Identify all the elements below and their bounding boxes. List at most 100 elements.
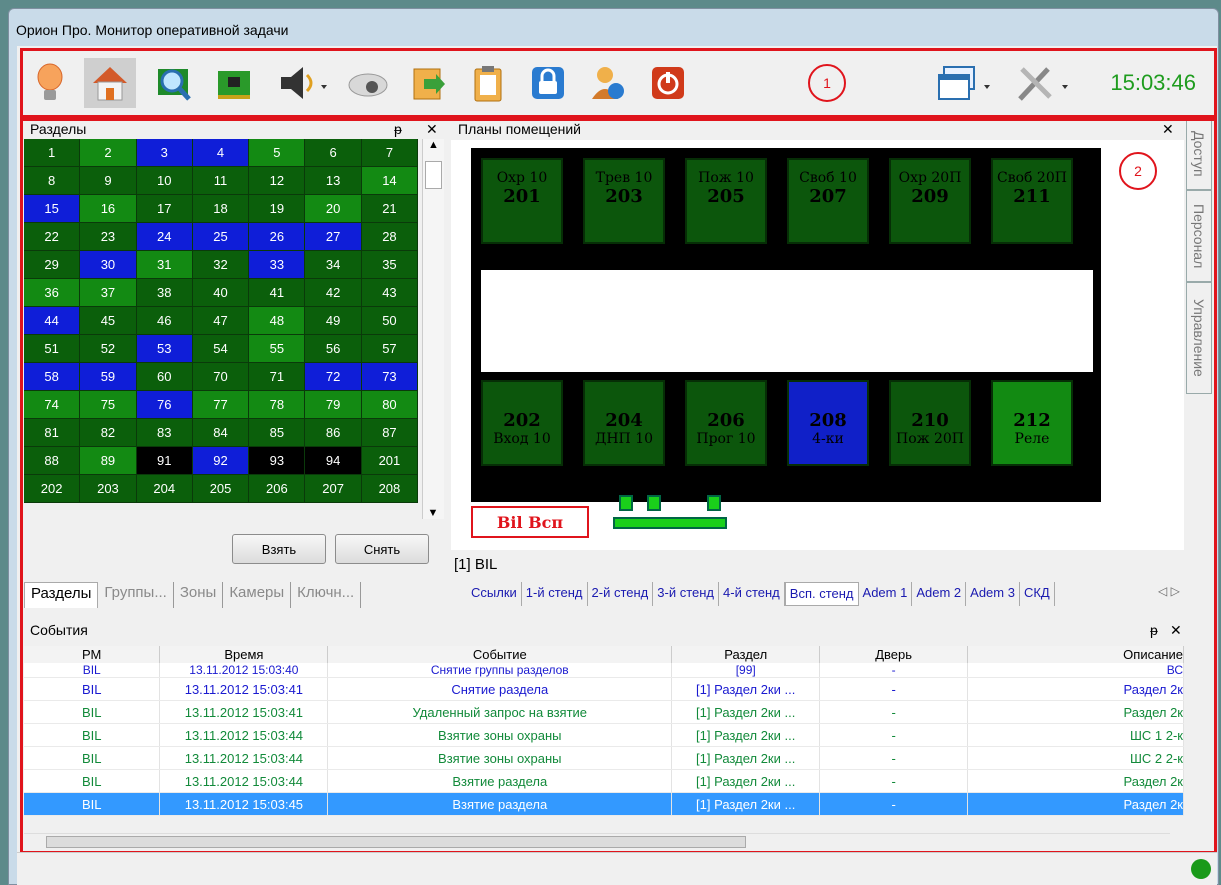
close-icon[interactable]: ✕ <box>426 121 438 138</box>
lock-icon[interactable] <box>522 58 574 108</box>
section-cell[interactable]: 9 <box>80 167 137 195</box>
column-header[interactable]: Время <box>159 646 329 663</box>
section-cell[interactable]: 44 <box>24 307 81 335</box>
scroll-thumb[interactable] <box>425 161 442 189</box>
section-cell[interactable]: 55 <box>249 335 306 363</box>
section-cell[interactable]: 70 <box>192 363 250 391</box>
power-icon[interactable] <box>642 58 694 108</box>
column-header[interactable]: Описание <box>967 646 1184 663</box>
plan-tab[interactable]: Adem 2 <box>912 582 967 606</box>
section-cell[interactable]: 13 <box>305 167 362 195</box>
section-cell[interactable]: 56 <box>305 335 362 363</box>
plan-tab[interactable]: 3-й стенд <box>653 582 720 606</box>
section-cell[interactable]: 205 <box>192 475 250 503</box>
section-cell[interactable]: 4 <box>192 139 250 167</box>
left-tab[interactable]: Камеры <box>223 582 292 608</box>
section-cell[interactable]: 72 <box>305 363 362 391</box>
plan-room[interactable]: 208 4-ки <box>787 380 869 466</box>
event-row[interactable]: BIL 13.11.2012 15:03:41 Снятие раздела [1] … <box>24 677 1184 701</box>
plan-room[interactable]: 210 Пож 20П <box>889 380 971 466</box>
column-header[interactable]: РМ <box>24 646 161 663</box>
section-cell[interactable]: 71 <box>249 363 306 391</box>
section-cell[interactable]: 32 <box>192 251 250 279</box>
column-header[interactable]: Раздел <box>671 646 821 663</box>
section-cell[interactable]: 5 <box>249 139 306 167</box>
section-cell[interactable]: 52 <box>80 335 137 363</box>
section-cell[interactable]: 24 <box>136 223 193 251</box>
section-cell[interactable]: 25 <box>192 223 250 251</box>
plan-tab[interactable]: Всп. стенд <box>784 582 859 606</box>
section-cell[interactable]: 85 <box>249 419 306 447</box>
section-cell[interactable]: 93 <box>249 447 306 475</box>
section-cell[interactable]: 8 <box>24 167 81 195</box>
section-cell[interactable]: 48 <box>249 307 306 335</box>
section-cell[interactable]: 38 <box>136 279 193 307</box>
plan-room[interactable]: Своб 20П 211 <box>991 158 1073 244</box>
section-cell[interactable]: 203 <box>80 475 137 503</box>
take-button[interactable]: Взять <box>232 534 326 564</box>
plan-tab[interactable]: 2-й стенд <box>588 582 654 606</box>
scroll-down-icon[interactable]: ▼ <box>423 507 443 519</box>
section-cell[interactable]: 202 <box>24 475 81 503</box>
plan-room[interactable]: Трев 10 203 <box>583 158 665 244</box>
section-cell[interactable]: 58 <box>24 363 81 391</box>
event-row[interactable]: BIL 13.11.2012 15:03:44 Взятие раздела [1] … <box>24 769 1184 793</box>
plan-room[interactable]: Охр 20П 209 <box>889 158 971 244</box>
events-horizontal-scrollbar[interactable] <box>24 833 1170 850</box>
section-cell[interactable]: 41 <box>249 279 306 307</box>
section-cell[interactable]: 15 <box>24 195 81 223</box>
section-cell[interactable]: 51 <box>24 335 81 363</box>
plan-room[interactable]: Своб 10 207 <box>787 158 869 244</box>
settings-tools-icon[interactable] <box>1008 58 1078 108</box>
users-icon[interactable] <box>582 58 634 108</box>
section-cell[interactable]: 37 <box>80 279 137 307</box>
side-tab[interactable]: Доступ <box>1186 118 1212 190</box>
left-tab[interactable]: Зоны <box>174 582 224 608</box>
section-cell[interactable]: 14 <box>361 167 419 195</box>
release-button[interactable]: Снять <box>335 534 429 564</box>
section-cell[interactable]: 46 <box>136 307 193 335</box>
section-cell[interactable]: 53 <box>136 335 193 363</box>
section-cell[interactable]: 94 <box>305 447 362 475</box>
section-cell[interactable]: 18 <box>192 195 250 223</box>
section-cell[interactable]: 45 <box>80 307 137 335</box>
lamp-icon[interactable] <box>24 58 76 108</box>
section-cell[interactable]: 27 <box>305 223 362 251</box>
section-cell[interactable]: 11 <box>192 167 250 195</box>
section-cell[interactable]: 50 <box>361 307 419 335</box>
column-header[interactable]: Событие <box>327 646 673 663</box>
clipboard-icon[interactable] <box>462 58 514 108</box>
section-cell[interactable]: 40 <box>192 279 250 307</box>
section-cell[interactable]: 19 <box>249 195 306 223</box>
section-cell[interactable]: 21 <box>361 195 419 223</box>
section-cell[interactable]: 42 <box>305 279 362 307</box>
side-tab[interactable]: Персонал <box>1186 190 1212 282</box>
section-cell[interactable]: 59 <box>80 363 137 391</box>
section-cell[interactable]: 86 <box>305 419 362 447</box>
section-cell[interactable]: 73 <box>361 363 419 391</box>
windows-icon[interactable] <box>930 58 1000 108</box>
event-row[interactable]: BIL 13.11.2012 15:03:44 Взятие зоны охраны… <box>24 723 1184 747</box>
scroll-up-icon[interactable]: ▲ <box>423 139 444 159</box>
section-cell[interactable]: 17 <box>136 195 193 223</box>
section-cell[interactable]: 60 <box>136 363 193 391</box>
export-icon[interactable] <box>402 58 454 108</box>
section-cell[interactable]: 91 <box>136 447 193 475</box>
section-cell[interactable]: 204 <box>136 475 193 503</box>
camera-icon[interactable] <box>342 58 394 108</box>
bil-label[interactable]: Bil Всп <box>471 506 589 538</box>
section-cell[interactable]: 57 <box>361 335 419 363</box>
left-tab[interactable]: Группы... <box>98 582 174 608</box>
section-cell[interactable]: 201 <box>361 447 419 475</box>
section-cell[interactable]: 23 <box>80 223 137 251</box>
section-cell[interactable]: 49 <box>305 307 362 335</box>
section-cell[interactable]: 10 <box>136 167 193 195</box>
section-cell[interactable]: 1 <box>24 139 81 167</box>
section-cell[interactable]: 31 <box>136 251 193 279</box>
section-cell[interactable]: 88 <box>24 447 81 475</box>
plan-tab[interactable]: Adem 1 <box>859 582 913 606</box>
speaker-icon[interactable] <box>270 58 334 108</box>
section-cell[interactable]: 2 <box>80 139 137 167</box>
plan-tab[interactable]: 1-й стенд <box>522 582 588 606</box>
board-icon[interactable] <box>208 58 260 108</box>
